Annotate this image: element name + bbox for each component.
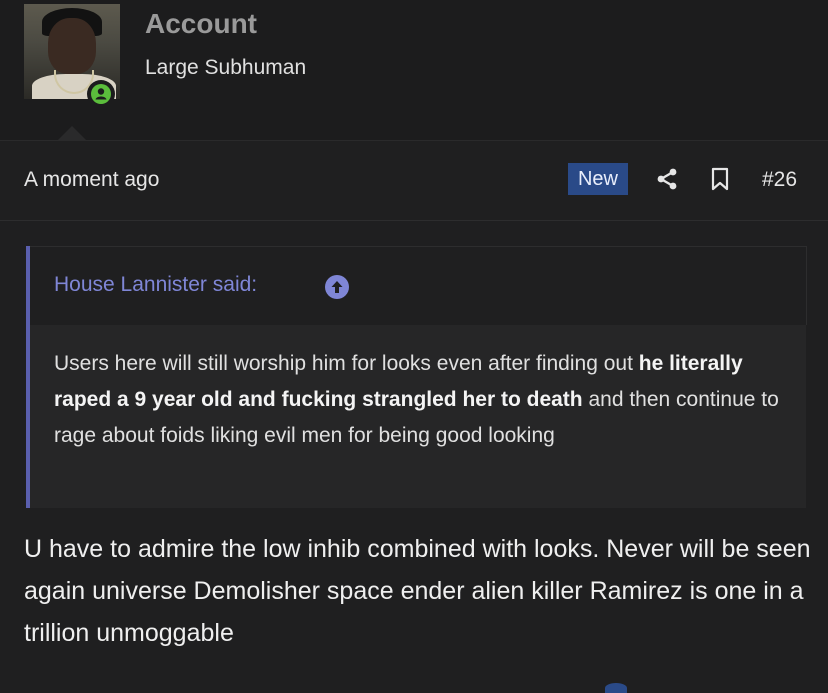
reaction-icon-partial bbox=[605, 683, 627, 693]
online-status-icon bbox=[87, 80, 115, 108]
user-header: Account Large Subhuman bbox=[0, 0, 828, 141]
share-icon[interactable] bbox=[655, 167, 679, 191]
quote-block: House Lannister said: Users here will st… bbox=[26, 246, 807, 508]
quote-header: House Lannister said: bbox=[30, 246, 807, 325]
username[interactable]: Account bbox=[145, 8, 257, 40]
arrow-up-icon bbox=[331, 281, 343, 293]
post-timestamp[interactable]: A moment ago bbox=[24, 168, 159, 192]
jump-to-quote-icon[interactable] bbox=[325, 275, 349, 299]
user-title: Large Subhuman bbox=[145, 56, 307, 79]
quote-text: Users here will still worship him for lo… bbox=[54, 346, 784, 454]
post-number-link[interactable]: #26 bbox=[762, 168, 797, 192]
pointer-notch bbox=[58, 126, 86, 140]
new-badge: New bbox=[568, 163, 628, 195]
post-content: U have to admire the low inhib combined … bbox=[24, 535, 811, 647]
quote-author[interactable]: House Lannister said: bbox=[54, 273, 257, 297]
post-meta-bar: A moment ago New #26 bbox=[0, 150, 828, 221]
bookmark-icon[interactable] bbox=[710, 167, 730, 191]
user-icon bbox=[95, 88, 107, 100]
quote-text-part1: Users here will still worship him for lo… bbox=[54, 352, 639, 375]
